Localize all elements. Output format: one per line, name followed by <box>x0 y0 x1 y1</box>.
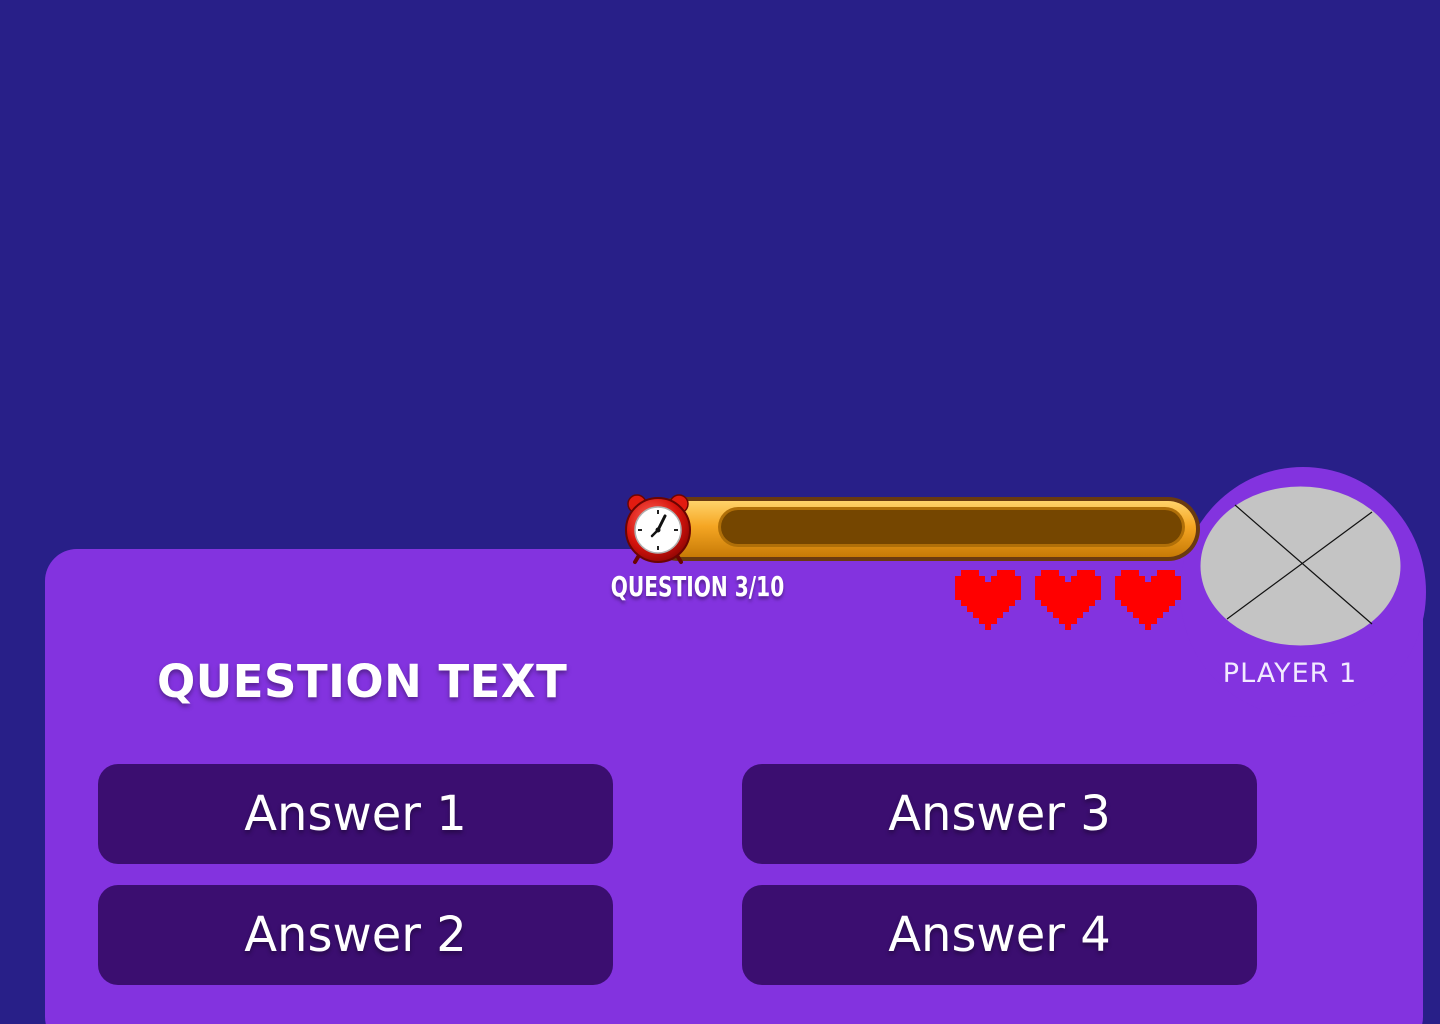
alarm-clock-icon <box>625 494 691 564</box>
answer-button-4[interactable]: Answer 4 <box>742 885 1257 985</box>
timer-track <box>721 510 1182 544</box>
heart-icon <box>955 570 1021 630</box>
answer-button-2[interactable]: Answer 2 <box>98 885 613 985</box>
player-avatar <box>1200 486 1401 646</box>
answer-button-3[interactable]: Answer 3 <box>742 764 1257 864</box>
heart-icon <box>1115 570 1181 630</box>
question-counter: QUESTION 3/10 <box>610 570 785 603</box>
game-screen: PLAYER 1 QUESTION 3/10 QUESTION TEXT Ans… <box>0 0 1440 1024</box>
player-name: PLAYER 1 <box>1222 658 1358 689</box>
timer-bar <box>625 494 1200 564</box>
answer-button-1[interactable]: Answer 1 <box>98 764 613 864</box>
heart-icon <box>1035 570 1101 630</box>
question-text: QUESTION TEXT <box>157 655 568 708</box>
